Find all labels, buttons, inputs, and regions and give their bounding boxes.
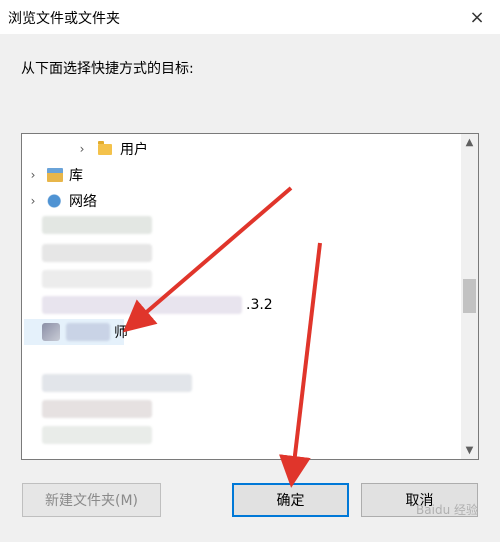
title-bar: 浏览文件或文件夹 × bbox=[0, 0, 500, 34]
ok-button[interactable]: 确定 bbox=[232, 483, 349, 517]
blurred-item[interactable] bbox=[42, 400, 152, 418]
chevron-right-icon[interactable]: › bbox=[27, 168, 39, 182]
avatar-icon bbox=[42, 323, 60, 341]
tree-item-teacher[interactable]: 师 bbox=[42, 319, 128, 345]
tree-item-label: 师 bbox=[114, 325, 128, 341]
instruction-label: 从下面选择快捷方式的目标: bbox=[21, 61, 194, 77]
library-icon bbox=[47, 168, 63, 182]
blurred-item[interactable] bbox=[42, 426, 152, 444]
close-icon[interactable]: × bbox=[454, 0, 500, 34]
blurred-label bbox=[66, 323, 110, 341]
vertical-scrollbar[interactable]: ▲ ▼ bbox=[461, 134, 478, 459]
window-title: 浏览文件或文件夹 bbox=[8, 11, 120, 27]
blurred-item[interactable] bbox=[42, 270, 152, 288]
blurred-label bbox=[42, 296, 242, 314]
folder-tree[interactable]: › 用户 › 库 › 网络 .3.2 师 ▲ ▼ bbox=[21, 133, 479, 460]
tree-item-label: 用户 bbox=[120, 142, 148, 158]
watermark-text: Baidu 经验 bbox=[416, 503, 478, 517]
folder-icon bbox=[98, 140, 112, 155]
tree-item-blurred-version[interactable]: .3.2 bbox=[42, 292, 273, 318]
tree-item-network[interactable]: › 网络 bbox=[27, 188, 97, 214]
scroll-up-icon[interactable]: ▲ bbox=[461, 134, 478, 151]
tree-item-library[interactable]: › 库 bbox=[27, 162, 83, 188]
scroll-down-icon[interactable]: ▼ bbox=[461, 442, 478, 459]
tree-item-users[interactable]: › 用户 bbox=[76, 136, 148, 162]
blurred-item[interactable] bbox=[42, 216, 152, 234]
tree-item-label: 网络 bbox=[69, 194, 97, 210]
tree-item-label: 库 bbox=[69, 168, 83, 184]
blurred-item[interactable] bbox=[42, 244, 152, 262]
network-icon bbox=[47, 194, 63, 208]
chevron-right-icon[interactable]: › bbox=[27, 194, 39, 208]
chevron-right-icon[interactable]: › bbox=[76, 142, 88, 156]
new-folder-button[interactable]: 新建文件夹(M) bbox=[22, 483, 161, 517]
blurred-item[interactable] bbox=[42, 374, 192, 392]
scroll-thumb[interactable] bbox=[463, 279, 476, 313]
tree-item-label: .3.2 bbox=[246, 297, 273, 313]
